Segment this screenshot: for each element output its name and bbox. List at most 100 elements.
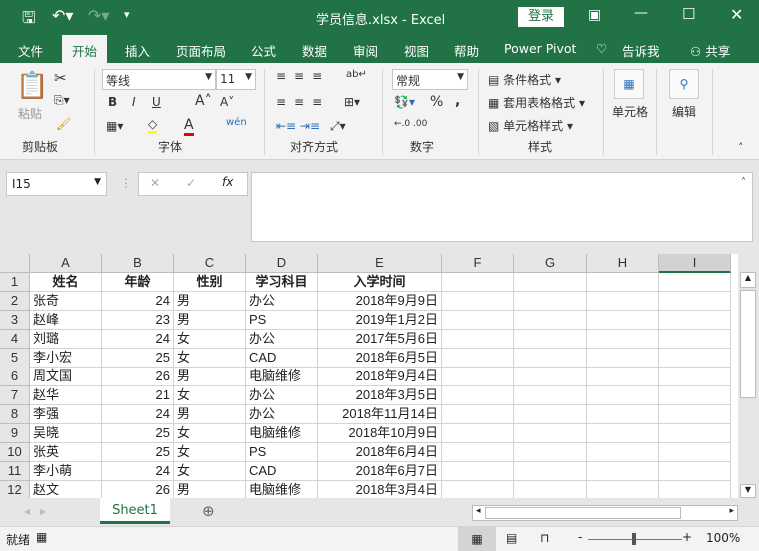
column-header-D[interactable]: D	[246, 254, 318, 273]
decrease-font-icon[interactable]: A˅	[220, 95, 234, 109]
customize-toolbar-icon[interactable]: ▾	[124, 8, 130, 21]
table-cell[interactable]: 2017年5月6日	[318, 329, 442, 349]
phonetic-icon[interactable]: wén	[226, 117, 247, 128]
table-cell[interactable]: 办公	[246, 405, 318, 425]
save-icon[interactable]: 🖫	[22, 7, 36, 34]
table-cell[interactable]	[442, 291, 514, 311]
enter-icon[interactable]: ✓	[186, 176, 196, 190]
table-cell[interactable]: 张英	[30, 443, 102, 462]
tab-file[interactable]: 文件	[18, 41, 43, 60]
table-cell[interactable]: PS	[246, 310, 318, 330]
row-header[interactable]: 6	[0, 367, 30, 387]
table-cell[interactable]: 2018年10月9日	[318, 424, 442, 444]
number-format-select[interactable]: 常规 ▼	[392, 69, 468, 90]
vertical-align-icons[interactable]: ≡≡≡	[276, 69, 330, 83]
table-cell[interactable]: 女	[174, 329, 246, 349]
table-cell[interactable]: 25	[102, 348, 174, 368]
tab-review[interactable]: 审阅	[353, 41, 378, 60]
table-cell[interactable]	[514, 310, 587, 330]
conditional-format-button[interactable]: ▤ 条件格式 ▾	[488, 71, 561, 88]
orientation-icon[interactable]: ⤢▾	[330, 119, 346, 134]
minimize-button[interactable]: —	[634, 5, 648, 21]
table-cell[interactable]: 电脑维修	[246, 424, 318, 444]
table-cell[interactable]: 赵华	[30, 386, 102, 406]
merge-icon[interactable]: ⊞▾	[344, 95, 360, 109]
column-header-A[interactable]: A	[30, 254, 102, 273]
column-header-H[interactable]: H	[587, 254, 659, 273]
format-painter-icon[interactable]: 🖌	[56, 117, 71, 131]
table-cell[interactable]	[659, 329, 731, 349]
table-cell[interactable]	[659, 405, 731, 425]
table-cell[interactable]: 吴晓	[30, 424, 102, 444]
table-cell[interactable]: 23	[102, 310, 174, 330]
table-cell[interactable]	[587, 367, 659, 387]
table-cell[interactable]: 性别	[174, 272, 246, 292]
table-cell[interactable]: 24	[102, 461, 174, 481]
table-cell[interactable]	[442, 480, 514, 500]
spreadsheet-grid[interactable]: A B C D E F G H I 1 姓名 年龄 性别 学习科目 入学时间 2 张奇 24 男办公 2018年9月9…	[0, 254, 738, 500]
table-cell[interactable]	[514, 348, 587, 368]
normal-view-icon[interactable]: ▦	[458, 527, 496, 551]
cells-icon[interactable]: ▦	[614, 69, 644, 99]
redo-icon[interactable]: ↷▾	[88, 6, 109, 25]
table-cell[interactable]	[659, 443, 731, 462]
table-cell[interactable]: 电脑维修	[246, 480, 318, 500]
edit-button[interactable]: 编辑	[672, 103, 696, 120]
table-cell[interactable]	[587, 329, 659, 349]
table-cell[interactable]	[514, 480, 587, 500]
table-cell[interactable]	[587, 348, 659, 368]
table-cell[interactable]: 21	[102, 386, 174, 406]
table-cell[interactable]	[442, 405, 514, 425]
add-sheet-icon[interactable]: ⊕	[202, 502, 215, 520]
table-cell[interactable]	[442, 443, 514, 462]
name-box[interactable]: I15 ▼	[6, 172, 107, 196]
table-cell[interactable]	[514, 386, 587, 406]
table-cell[interactable]: 2018年3月4日	[318, 480, 442, 500]
zoom-level[interactable]: 100%	[706, 531, 740, 545]
table-cell[interactable]: 2018年11月14日	[318, 405, 442, 425]
tab-help[interactable]: 帮助	[454, 41, 479, 60]
cancel-icon[interactable]: ✕	[150, 176, 160, 190]
macro-record-icon[interactable]: ▦	[36, 530, 47, 544]
comma-button[interactable]: ,	[455, 93, 460, 109]
table-cell[interactable]: 张奇	[30, 291, 102, 311]
table-cell[interactable]	[659, 367, 731, 387]
vertical-scrollbar[interactable]: ▲ ▼	[738, 254, 759, 498]
indent-icons[interactable]: ⇤≡ ⇥≡	[276, 119, 320, 133]
cells-button[interactable]: 单元格	[612, 103, 648, 120]
table-cell[interactable]: 电脑维修	[246, 367, 318, 387]
table-cell[interactable]: 赵文	[30, 480, 102, 500]
row-header[interactable]: 1	[0, 272, 30, 292]
table-cell[interactable]: 学习科目	[246, 272, 318, 292]
table-cell[interactable]	[514, 367, 587, 387]
column-header-C[interactable]: C	[174, 254, 246, 273]
table-cell[interactable]: 刘璐	[30, 329, 102, 349]
table-cell[interactable]	[442, 348, 514, 368]
tab-formulas[interactable]: 公式	[251, 41, 276, 60]
table-cell[interactable]: 男	[174, 367, 246, 387]
table-cell[interactable]	[659, 461, 731, 481]
share-button[interactable]: ⚇ 共享	[690, 41, 730, 60]
table-cell[interactable]: 26	[102, 480, 174, 500]
table-cell[interactable]	[442, 329, 514, 349]
table-cell[interactable]	[587, 405, 659, 425]
table-cell[interactable]: 2018年9月9日	[318, 291, 442, 311]
font-size-select[interactable]: 11 ▼	[216, 69, 256, 90]
fill-color-icon[interactable]: ◇	[148, 117, 158, 134]
column-header-B[interactable]: B	[102, 254, 174, 273]
table-cell[interactable]: 李小宏	[30, 348, 102, 368]
search-icon[interactable]: ⚲	[669, 69, 699, 99]
percent-button[interactable]: %	[430, 94, 443, 110]
collapse-ribbon-icon[interactable]: ˄	[738, 141, 744, 154]
table-cell[interactable]	[587, 461, 659, 481]
italic-button[interactable]: I	[132, 95, 136, 109]
maximize-button[interactable]: ☐	[682, 5, 695, 23]
table-cell[interactable]: 女	[174, 424, 246, 444]
cell-style-button[interactable]: ▧ 单元格样式 ▾	[488, 117, 573, 134]
bold-button[interactable]: B	[108, 95, 117, 109]
column-header-E[interactable]: E	[318, 254, 442, 273]
column-header-I[interactable]: I	[659, 254, 731, 273]
table-cell[interactable]	[659, 310, 731, 330]
table-cell[interactable]: 李强	[30, 405, 102, 425]
table-cell[interactable]: 周文国	[30, 367, 102, 387]
